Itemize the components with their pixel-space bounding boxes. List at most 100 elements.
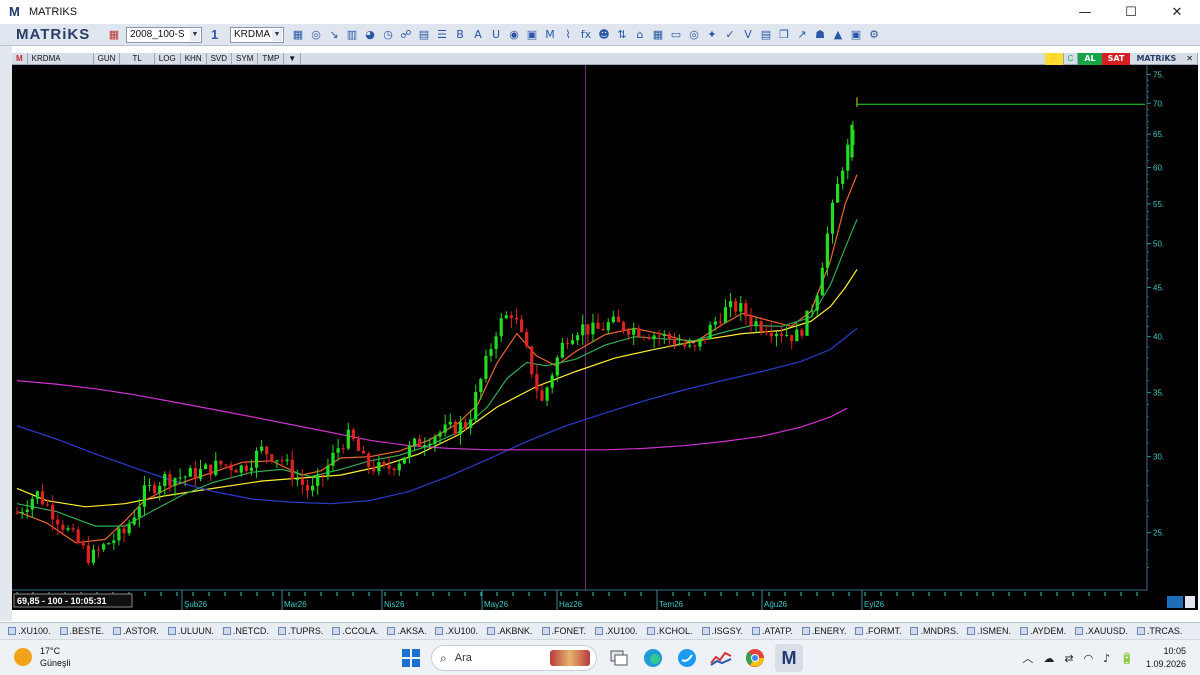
line-chart-icon[interactable]: ⌇ [560,27,576,43]
chart-btn-khn[interactable]: KHN [181,52,207,65]
clock[interactable]: 10:05 1.09.2026 [1146,645,1186,671]
globe-icon[interactable]: ◉ [506,27,522,43]
symbol-tab-label: .AKSA. [397,626,427,636]
mail-icon[interactable]: M [542,27,558,43]
symbol-tab[interactable]: .XAUUSD. [1075,626,1128,636]
save-icon[interactable]: ▦ [106,27,122,43]
refresh-icon[interactable]: C [1064,53,1079,65]
maximize-button[interactable]: ☐ [1108,0,1154,24]
symbol-tab[interactable]: .ATATP. [751,626,793,636]
calendar-icon[interactable]: ▤ [416,27,432,43]
volume-icon[interactable]: ♪ [1103,652,1110,665]
taskbar-search[interactable]: ⌕ Ara [431,645,597,671]
matriks-app-icon[interactable]: M [775,644,803,672]
chart-btn-log[interactable]: LOG [155,52,181,65]
trading-app-icon[interactable] [707,644,735,672]
symbol-tab[interactable]: .ENERY. [801,626,846,636]
weather-widget[interactable]: 17°C Güneşli [14,645,71,669]
symbol-tab[interactable]: .BESTE. [59,626,104,636]
workspace-select[interactable]: 2008_100-S ▼ [126,26,202,43]
chrome-icon[interactable] [741,644,769,672]
print-icon[interactable]: ▤ [758,27,774,43]
symbol-tab[interactable]: .ISMEN. [967,626,1011,636]
symbol-tab[interactable]: .ISGSY. [701,626,743,636]
zoom-icon[interactable]: ◎ [308,27,324,43]
lightning-icon[interactable]: ⚡ [1044,53,1064,65]
chart-btn-gun[interactable]: GUN [94,52,121,65]
cloud-icon[interactable]: ☁ [1043,652,1054,665]
copy-icon[interactable]: ❐ [776,27,792,43]
symbol-tab[interactable]: .XU100. [595,626,638,636]
save-icon[interactable]: ▦ [290,27,306,43]
minimize-button[interactable]: — [1062,0,1108,24]
bank-icon[interactable]: ⌂ [632,27,648,43]
check-icon[interactable]: ✓ [722,27,738,43]
settings-icon[interactable]: ⚙ [866,27,882,43]
symbol-tab-label: .XU100. [445,626,478,636]
symbol-tab[interactable]: .FONET. [541,626,586,636]
calculator-icon[interactable]: ▦ [650,27,666,43]
symbol-tab[interactable]: .ULUUN. [167,626,214,636]
symbol-tab[interactable]: .AKSA. [387,626,426,636]
symbol-tab[interactable]: .MNDRS. [910,626,958,636]
fx-icon[interactable]: fx [578,27,594,43]
handshake-icon[interactable]: ☍ [398,27,414,43]
sell-button[interactable]: SAT [1101,53,1131,65]
price-chart[interactable]: 75. 70. 65. 60. 55. 50. 45. 40. 35. 30. 25. Şub26 Ma… [12,65,1198,610]
bell-icon[interactable]: ☗ [812,27,828,43]
underline-icon[interactable]: U [488,27,504,43]
candle-body [66,528,70,530]
candle-body [632,328,636,335]
symbol-tab[interactable]: .ASTOR. [113,626,159,636]
chart-btn-tl[interactable]: TL [120,52,155,65]
symbol-tab[interactable]: .KCHOL. [646,626,693,636]
symbol-tab[interactable]: .FORMT. [855,626,901,636]
search-icon[interactable]: ◎ [686,27,702,43]
wifi-icon[interactable]: ◠ [1084,652,1094,665]
chart-btn-tmp[interactable]: TMP [258,52,285,65]
arrow-icon[interactable]: ↗ [794,27,810,43]
symbol-tab[interactable]: .CCOLA. [332,626,378,636]
alert-icon[interactable]: ▲ [830,27,846,43]
symbol-tab[interactable]: .TUPRS. [277,626,323,636]
monitor-icon[interactable]: ▣ [848,27,864,43]
clock-icon[interactable]: ◷ [380,27,396,43]
chart-btn-svd[interactable]: SVD [207,52,233,65]
pie-icon[interactable]: ◕ [362,27,378,43]
close-button[interactable]: ✕ [1154,0,1200,24]
windows-start-icon[interactable] [397,644,425,672]
symbol-tab[interactable]: .AKBNK. [486,626,533,636]
chart-btn-sym[interactable]: SYM [232,52,259,65]
buy-button[interactable]: AL [1078,53,1102,65]
symbol-tab[interactable]: .NETCD. [222,626,269,636]
news-icon[interactable]: ▣ [524,27,540,43]
folder-icon[interactable]: ▭ [668,27,684,43]
network-switch-icon[interactable]: ⇄ [1064,652,1073,665]
filter-icon[interactable]: V [740,27,756,43]
symbol-select[interactable]: KRDMA ▼ [230,26,284,43]
symbol-tab[interactable]: .AYDEM. [1019,626,1066,636]
candle-body [40,491,45,505]
symbol-tab[interactable]: .XU100. [8,626,51,636]
symbol-tab[interactable]: .XU100. [435,626,478,636]
font-icon[interactable]: A [470,27,486,43]
task-view-icon[interactable] [605,644,633,672]
chart-dropdown-icon[interactable]: ▼ [284,52,302,65]
twitter-icon[interactable] [673,644,701,672]
bar-chart-icon[interactable]: ▥ [344,27,360,43]
list-icon[interactable]: ☰ [434,27,450,43]
candle-body [295,479,299,481]
chart-canvas[interactable]: 75. 70. 65. 60. 55. 50. 45. 40. 35. 30. 25. Şub26 Ma… [12,65,1198,610]
symbol-tab[interactable]: .TRCAS. [1136,626,1182,636]
period-select[interactable]: 1 [208,27,228,43]
sort-icon[interactable]: ⇅ [614,27,630,43]
edge-icon[interactable] [639,644,667,672]
twitter-icon[interactable]: ✦ [704,27,720,43]
show-hidden-icon[interactable]: ︿ [1022,650,1033,666]
x-tick-label: Eyl26 [864,600,885,609]
users-icon[interactable]: ☻ [596,27,612,43]
chart-close-icon[interactable]: ✕ [1182,53,1198,65]
bold-icon[interactable]: B [452,27,468,43]
cursor-icon[interactable]: ↘ [326,27,342,43]
battery-icon[interactable]: 🔋 [1120,652,1134,665]
